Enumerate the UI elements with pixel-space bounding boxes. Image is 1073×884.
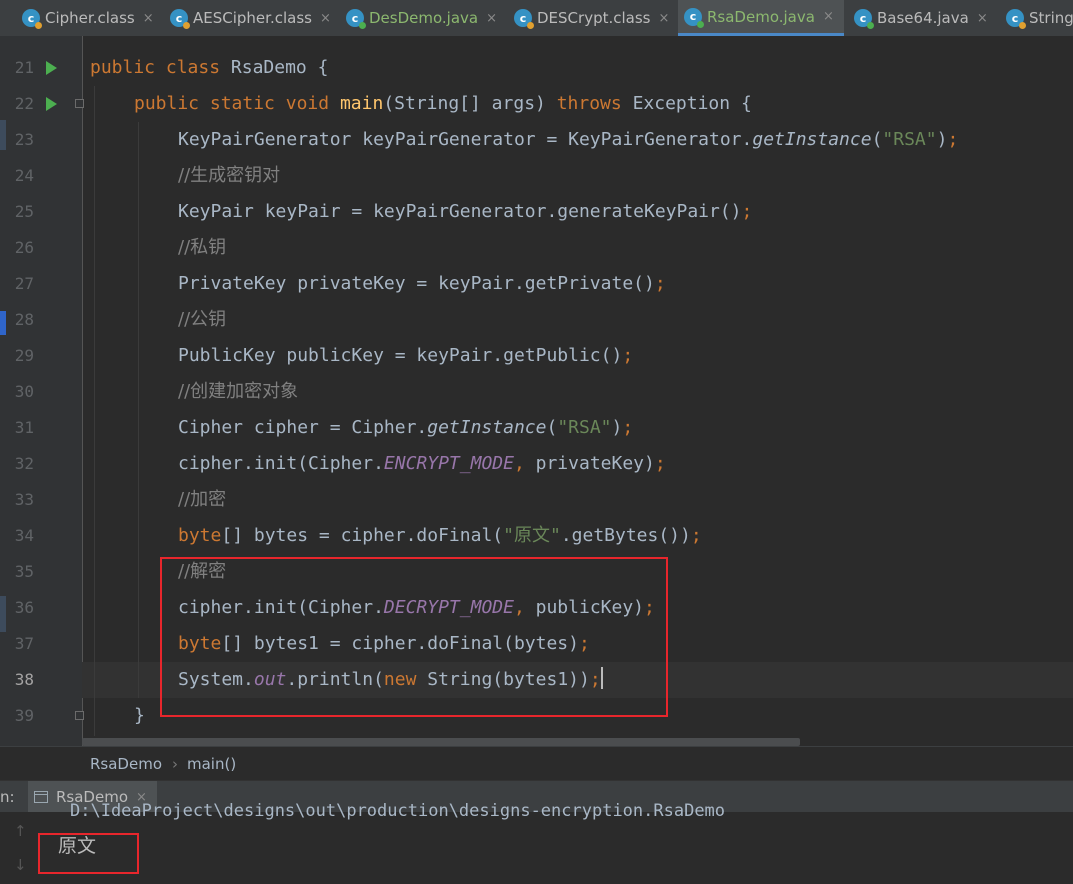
close-icon[interactable]: × (143, 11, 154, 26)
code-line-24: //生成密钥对 (178, 165, 281, 186)
tab-label: AESCipher.class (193, 9, 312, 27)
code-line-33: //加密 (178, 489, 227, 510)
arrow-up-icon[interactable]: ↑ (14, 822, 27, 840)
indent-guide (138, 122, 139, 698)
tab-desdemo-java[interactable]: c DesDemo.java × (340, 0, 508, 36)
line-number: 37 (14, 634, 34, 653)
code-line-27: PrivateKey privateKey = keyPair.getPriva… (178, 273, 666, 294)
code-line-25: KeyPair keyPair = keyPairGenerator.gener… (178, 201, 753, 222)
breadcrumb-separator: › (172, 755, 178, 773)
code-line-31: Cipher cipher = Cipher.getInstance("RSA"… (178, 417, 634, 438)
line-number-current: 38 (14, 670, 34, 689)
line-number: 21 (14, 58, 34, 77)
class-file-icon: c (22, 9, 42, 29)
line-number: 28 (14, 310, 34, 329)
tab-base64-java[interactable]: c Base64.java × (848, 0, 1000, 36)
code-line-39: } (134, 705, 145, 726)
line-number: 32 (14, 454, 34, 473)
run-class-icon[interactable] (46, 61, 57, 75)
code-line-34: byte[] bytes = cipher.doFinal("原文".getBy… (178, 525, 702, 546)
arrow-down-icon[interactable]: ↓ (14, 856, 27, 874)
horizontal-scrollbar[interactable] (82, 738, 800, 746)
line-number: 35 (14, 562, 34, 581)
java-file-icon: c (346, 9, 366, 29)
highlight-box-output (38, 833, 139, 874)
line-number: 31 (14, 418, 34, 437)
class-file-icon: c (1006, 9, 1026, 29)
tab-label: DESCrypt.class (537, 9, 651, 27)
tab-cipher-class[interactable]: c Cipher.class × (16, 0, 164, 36)
tab-aescipher-class[interactable]: c AESCipher.class × (164, 0, 336, 36)
tab-label: String. (1029, 9, 1073, 27)
close-icon[interactable]: × (486, 11, 497, 26)
code-line-28: //公钥 (178, 309, 227, 330)
code-line-32: cipher.init(Cipher.ENCRYPT_MODE, private… (178, 453, 666, 474)
java-file-icon: c (684, 7, 704, 28)
console-command-line: D:\IdeaProject\designs\out\production\de… (70, 801, 726, 821)
line-number: 36 (14, 598, 34, 617)
run-panel-label: n: (0, 788, 15, 806)
run-main-icon[interactable] (46, 97, 57, 111)
line-number: 29 (14, 346, 34, 365)
code-line-21: public class RsaDemo { (90, 57, 329, 78)
tab-string-class[interactable]: c String. (1000, 0, 1073, 36)
line-number: 25 (14, 202, 34, 221)
highlight-box-decrypt (160, 557, 668, 717)
code-line-23: KeyPairGenerator keyPairGenerator = KeyP… (178, 129, 959, 150)
code-line-29: PublicKey publicKey = keyPair.getPublic(… (178, 345, 634, 366)
tab-rsademo-java[interactable]: c RsaDemo.java × (678, 0, 844, 36)
line-number: 23 (14, 130, 34, 149)
code-editor[interactable]: 21 22 23 24 25 26 27 28 29 30 31 32 33 3… (0, 36, 1073, 746)
line-number: 39 (14, 706, 34, 725)
line-number: 22 (14, 94, 34, 113)
code-line-30: //创建加密对象 (178, 381, 299, 402)
tab-label: Base64.java (877, 9, 969, 27)
tab-label: RsaDemo.java (707, 7, 815, 26)
line-gutter: 21 22 23 24 25 26 27 28 29 30 31 32 33 3… (0, 36, 84, 746)
console-icon (34, 791, 48, 803)
tab-label: Cipher.class (45, 9, 135, 27)
close-icon[interactable]: × (823, 9, 834, 24)
code-line-26: //私钥 (178, 237, 227, 258)
line-number: 26 (14, 238, 34, 257)
breadcrumb-method[interactable]: main() (187, 747, 236, 781)
fold-icon[interactable] (75, 99, 84, 108)
breadcrumb: RsaDemo › main() (0, 746, 1073, 781)
console-toolbar: ↑ ↓ (0, 812, 38, 884)
line-number: 33 (14, 490, 34, 509)
tab-descrypt-class[interactable]: c DESCrypt.class × (508, 0, 678, 36)
run-console[interactable]: D:\IdeaProject\designs\out\production\de… (0, 801, 1073, 884)
line-number: 24 (14, 166, 34, 185)
tab-label: DesDemo.java (369, 9, 479, 27)
indent-guide (94, 86, 95, 736)
close-icon[interactable]: × (977, 11, 988, 26)
java-file-icon: c (854, 9, 874, 29)
editor-tab-bar: c Cipher.class × c AESCipher.class × c D… (0, 0, 1073, 37)
breadcrumb-class[interactable]: RsaDemo (90, 747, 162, 781)
line-number: 27 (14, 274, 34, 293)
line-number: 34 (14, 526, 34, 545)
close-icon[interactable]: × (320, 11, 331, 26)
class-file-icon: c (514, 9, 534, 29)
code-line-22: public static void main(String[] args) t… (134, 93, 752, 114)
line-number: 30 (14, 382, 34, 401)
fold-icon[interactable] (75, 711, 84, 720)
class-file-icon: c (170, 9, 190, 29)
close-icon[interactable]: × (658, 11, 669, 26)
